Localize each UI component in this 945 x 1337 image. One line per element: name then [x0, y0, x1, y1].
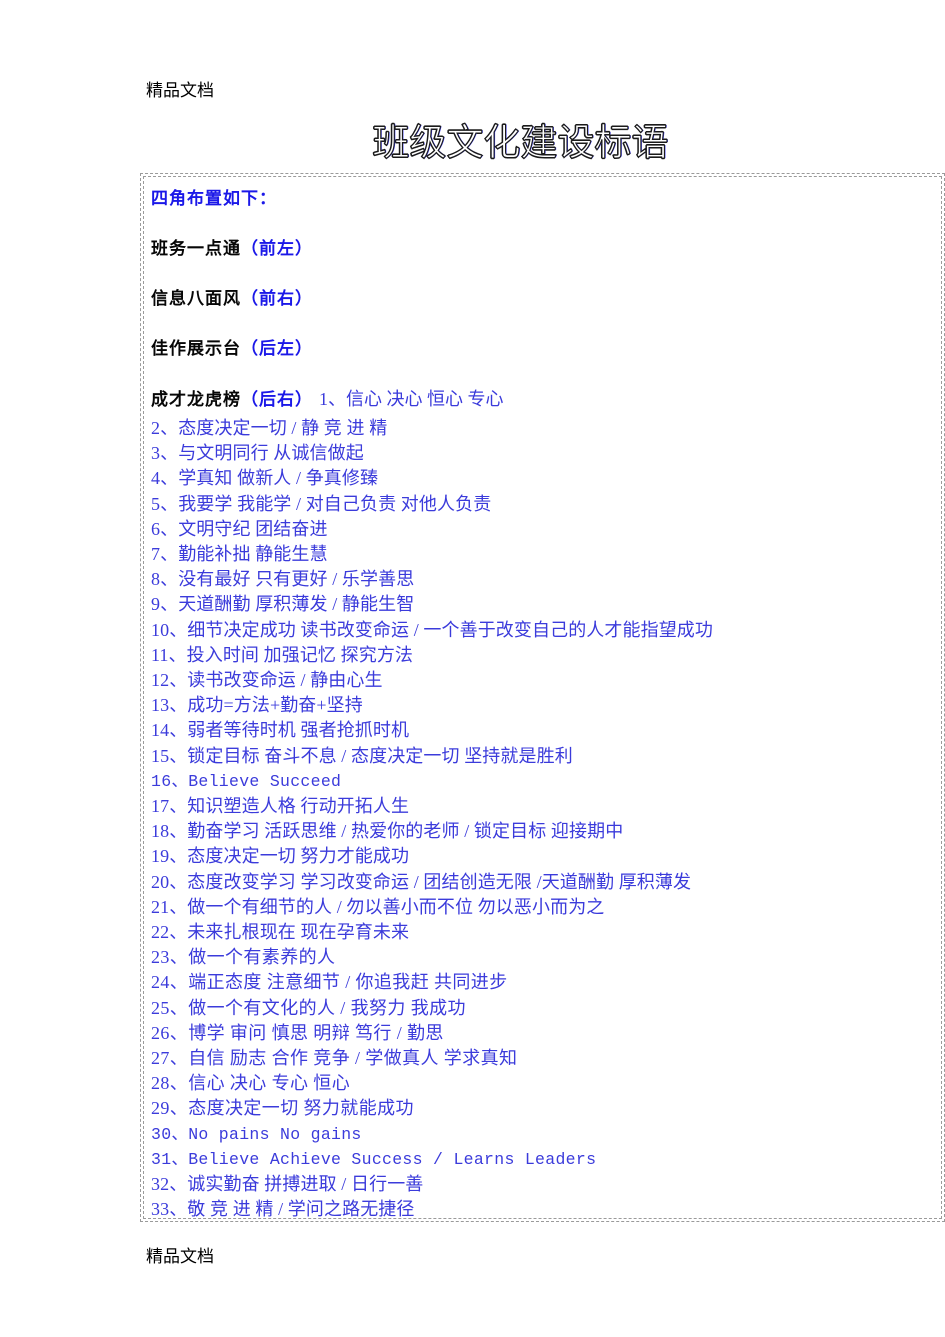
corner-position: （前右）	[241, 289, 313, 309]
slogan-item: 25、做一个有文化的人 / 我努力 我成功	[151, 997, 466, 1018]
slogan-item: 31、Believe Achieve Success / Learns Lead…	[151, 1149, 597, 1169]
content-frame-inner: 四角布置如下： 班务一点通（前左） 信息八面风（前右） 佳作展示台（后左） 成才…	[143, 176, 942, 1219]
layout-intro-heading: 四角布置如下：	[151, 189, 941, 209]
slogan-item: 15、锁定目标 奋斗不息 / 态度决定一切 坚持就是胜利	[151, 745, 573, 766]
watermark-footer: 精品文档	[146, 1247, 214, 1267]
corner-entry-front-left: 班务一点通（前左）	[151, 239, 941, 259]
slogan-item: 26、博学 审问 慎思 明辩 笃行 / 勤思	[151, 1022, 444, 1043]
corner-entry-front-right: 信息八面风（前右）	[151, 289, 941, 309]
slogan-item: 18、勤奋学习 活跃思维 / 热爱你的老师 / 锁定目标 迎接期中	[151, 821, 624, 842]
corner-entry-back-left: 佳作展示台（后左）	[151, 339, 941, 359]
slogan-item: 33、敬 竞 进 精 / 学问之路无捷径	[151, 1199, 415, 1220]
corner-position: （后左）	[241, 339, 313, 359]
slogan-item: 28、信心 决心 专心 恒心	[151, 1073, 351, 1094]
slogan-list: 2、态度决定一切 / 静 竞 进 精 3、与文明同行 从诚信做起 4、学真知 做新人…	[151, 416, 941, 1223]
slogan-item: 16、Believe Succeed	[151, 771, 342, 791]
content-frame: 四角布置如下： 班务一点通（前左） 信息八面风（前右） 佳作展示台（后左） 成才…	[140, 173, 945, 1222]
slogan-item: 20、态度改变学习 学习改变命运 / 团结创造无限 /天道酬勤 厚积薄发	[151, 871, 692, 892]
slogan-item-1: 1、信心 决心 恒心 专心	[319, 389, 504, 409]
slogan-item: 17、知识塑造人格 行动开拓人生	[151, 796, 410, 817]
slogan-item: 6、文明守纪 团结奋进	[151, 518, 328, 539]
slogan-item: 23、做一个有素养的人	[151, 947, 336, 968]
slogan-item: 12、读书改变命运 / 静由心生	[151, 670, 383, 691]
layout-intro-label: 四角布置如下：	[151, 189, 277, 209]
slogan-item: 11、投入时间 加强记忆 探究方法	[151, 644, 414, 665]
slogan-item: 19、态度决定一切 努力才能成功	[151, 846, 410, 867]
corner-name: 班务一点通	[151, 239, 241, 259]
corner-name: 信息八面风	[151, 289, 241, 309]
corner-entry-back-right: 成才龙虎榜（后右） 1、信心 决心 恒心 专心	[151, 389, 941, 410]
slogan-item: 7、勤能补拙 静能生慧	[151, 544, 328, 565]
page-title: 班级文化建设标语	[372, 120, 669, 164]
slogan-item: 3、与文明同行 从诚信做起	[151, 443, 364, 464]
slogan-item: 4、学真知 做新人 / 争真修臻	[151, 468, 379, 489]
slogan-item: 9、天道酬勤 厚积薄发 / 静能生智	[151, 594, 415, 615]
slogan-item: 24、端正态度 注意细节 / 你追我赶 共同进步	[151, 972, 508, 993]
slogan-item: 10、细节决定成功 读书改变命运 / 一个善于改变自己的人才能指望成功	[151, 619, 713, 640]
slogan-item: 13、成功=方法+勤奋+坚持	[151, 695, 363, 716]
corner-position: （前左）	[241, 239, 313, 259]
slogan-item: 32、诚实勤奋 拼搏进取 / 日行一善	[151, 1174, 424, 1195]
corner-position: （后右）	[241, 390, 313, 410]
slogan-item: 2、态度决定一切 / 静 竞 进 精	[151, 418, 388, 438]
document-page: 精品文档 班级文化建设标语 四角布置如下： 班务一点通（前左） 信息八面风（前右…	[0, 0, 945, 1337]
slogan-item: 8、没有最好 只有更好 / 乐学善思	[151, 569, 415, 590]
slogan-item: 14、弱者等待时机 强者抢抓时机	[151, 720, 410, 741]
slogan-item: 30、No pains No gains	[151, 1124, 362, 1144]
corner-name: 成才龙虎榜	[151, 390, 241, 410]
slogan-item: 29、态度决定一切 努力就能成功	[151, 1098, 414, 1119]
corner-name: 佳作展示台	[151, 339, 241, 359]
slogan-item: 21、做一个有细节的人 / 勿以善小而不位 勿以恶小而为之	[151, 896, 605, 917]
slogan-item: 22、未来扎根现在 现在孕育未来	[151, 922, 410, 943]
slogan-item: 27、自信 励志 合作 竞争 / 学做真人 学求真知	[151, 1048, 518, 1069]
watermark-header: 精品文档	[146, 81, 214, 101]
slogan-item: 5、我要学 我能学 / 对自己负责 对他人负责	[151, 493, 492, 514]
